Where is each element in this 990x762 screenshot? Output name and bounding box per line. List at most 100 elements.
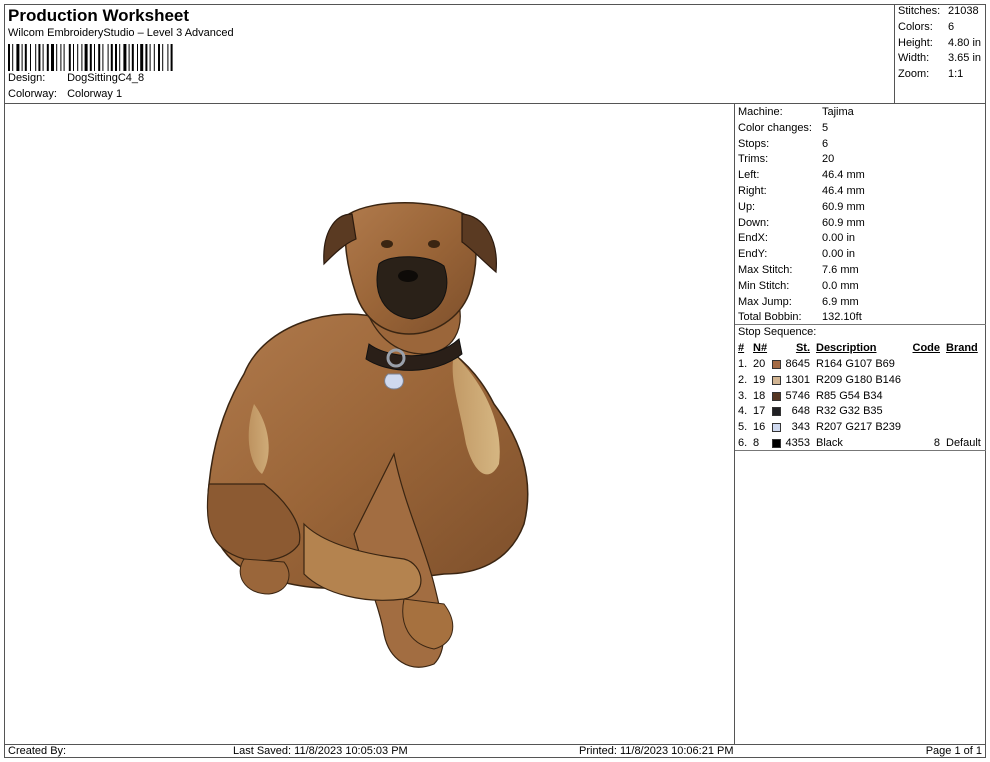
stop-sequence-header-brand: Brand	[946, 342, 978, 354]
summary-label: Height:	[898, 37, 933, 49]
summary-value: 21038	[948, 5, 979, 17]
page-number: Page 1 of 1	[925, 745, 982, 757]
machine-info-value: Tajima	[822, 106, 854, 118]
machine-info-value: 0.0 mm	[822, 279, 859, 292]
machine-info-label: Max Stitch:	[738, 264, 793, 276]
summary-value: 6	[948, 21, 955, 33]
stop-index: 2.	[738, 373, 748, 386]
barcode	[8, 44, 173, 71]
worksheet-footer: Created By: Last Saved: 11/8/2023 10:05:…	[4, 744, 986, 758]
design-row: Design: DogSittingC4_8	[8, 72, 144, 84]
stop-index: 6.	[738, 437, 748, 449]
thread-description: R164 G107 B69	[816, 358, 895, 370]
colorway-value: Colorway 1	[67, 88, 123, 100]
summary-value: 1:1	[948, 68, 964, 80]
machine-info-label: Left:	[738, 169, 760, 182]
design-value: DogSittingC4_8	[67, 72, 145, 84]
machine-info-label: Min Stitch:	[738, 279, 790, 292]
thread-brand: Default	[946, 437, 981, 449]
machine-info-row: Max Jump: 6.9 mm	[738, 296, 859, 308]
colorway-label: Colorway:	[8, 88, 57, 100]
machine-info-label: Max Jump:	[738, 295, 792, 308]
design-preview	[4, 104, 735, 744]
needle-number: 18	[753, 389, 766, 402]
thread-description: Black	[816, 437, 843, 449]
machine-info-label: EndY:	[738, 248, 768, 261]
thread-description: R85 G54 B34	[816, 389, 883, 402]
design-summary: Stitches: 21038 Colors: 6 Height: 4.80 in W…	[895, 4, 986, 104]
machine-info-row: EndY: 0.00 in	[738, 248, 855, 260]
stop-sequence-header-n: N#	[753, 342, 768, 354]
color-swatch	[772, 407, 781, 417]
printed-date: Printed: 11/8/2023 10:06:21 PM	[579, 745, 734, 757]
thread-description: R32 G32 B35	[816, 405, 883, 418]
machine-info-value: 6	[822, 137, 829, 150]
needle-number: 17	[753, 405, 766, 418]
summary-row: Colors: 6	[898, 21, 954, 33]
last-saved: Last Saved: 11/8/2023 10:05:03 PM	[233, 745, 408, 757]
machine-info-label: EndX:	[738, 232, 768, 245]
stop-sequence-header-num: #	[738, 342, 745, 354]
divider	[735, 450, 986, 451]
machine-info-value: 132.10ft	[822, 311, 862, 324]
machine-info-row: Machine: Tajima	[738, 106, 854, 118]
color-swatch	[772, 439, 781, 448]
stop-index: 3.	[738, 389, 748, 402]
machine-info-row: Left: 46.4 mm	[738, 169, 865, 181]
machine-info-value: 46.4 mm	[822, 185, 865, 197]
machine-info-row: Right: 46.4 mm	[738, 185, 865, 197]
machine-info-row: Trims: 20	[738, 153, 834, 165]
machine-info-label: Total Bobbin:	[738, 311, 802, 324]
thread-description: R209 G180 B146	[816, 373, 902, 386]
machine-info-label: Right:	[738, 185, 767, 197]
machine-info-label: Trims:	[738, 153, 769, 166]
stop-sequence-header-desc: Description	[816, 342, 877, 354]
stitch-count: 5746	[785, 389, 810, 402]
machine-info-label: Stops:	[738, 137, 770, 150]
machine-info-value: 60.9 mm	[822, 216, 865, 229]
machine-info-row: Stops: 6	[738, 138, 828, 150]
summary-value: 4.80 in	[948, 37, 982, 49]
machine-info-value: 46.4 mm	[822, 169, 865, 182]
worksheet-header: Production Worksheet Wilcom EmbroiderySt…	[4, 4, 895, 104]
machine-info-row: Up: 60.9 mm	[738, 201, 865, 213]
stitch-count: 1301	[785, 373, 810, 386]
stitch-count: 343	[791, 421, 810, 434]
stop-index: 1.	[738, 358, 748, 370]
machine-info-value: 20	[822, 153, 835, 166]
design-label: Design:	[8, 72, 46, 84]
machine-info-label: Down:	[738, 216, 770, 229]
summary-label: Stitches:	[898, 5, 941, 17]
needle-number: 8	[753, 437, 760, 449]
stop-index: 5.	[738, 421, 748, 434]
color-swatch	[772, 423, 781, 433]
machine-info-value: 5	[822, 121, 829, 134]
colorway-row: Colorway: Colorway 1	[8, 88, 122, 100]
stop-sequence-header-code: Code	[912, 342, 941, 354]
machine-info-row: Min Stitch: 0.0 mm	[738, 280, 859, 292]
machine-info-row: Color changes: 5	[738, 122, 828, 134]
summary-row: Width: 3.65 in	[898, 52, 981, 64]
divider	[735, 324, 986, 325]
machine-info-panel: Machine: Tajima Color changes: 5 Stops: 6 Trim…	[735, 104, 986, 744]
stop-sequence-header-st: St.	[795, 342, 810, 354]
thread-description: R207 G217 B239	[816, 421, 902, 434]
machine-info-value: 0.00 in	[822, 232, 856, 245]
summary-label: Width:	[898, 52, 930, 64]
stitch-count: 8645	[785, 358, 810, 370]
summary-label: Zoom:	[898, 68, 930, 80]
summary-row: Zoom: 1:1	[898, 68, 963, 80]
machine-info-value: 0.00 in	[822, 248, 856, 261]
machine-info-label: Up:	[738, 200, 756, 213]
created-by: Created By:	[8, 745, 67, 757]
summary-value: 3.65 in	[948, 52, 982, 64]
stitch-count: 4353	[785, 437, 810, 449]
stop-sequence-title: Stop Sequence:	[738, 326, 817, 338]
summary-row: Height: 4.80 in	[898, 37, 981, 49]
machine-info-label: Machine:	[738, 106, 783, 118]
machine-info-row: Total Bobbin: 132.10ft	[738, 311, 862, 323]
machine-info-label: Color changes:	[738, 121, 812, 134]
machine-info-value: 6.9 mm	[822, 295, 859, 308]
worksheet-title: Production Worksheet	[8, 6, 190, 25]
machine-info-row: Max Stitch: 7.6 mm	[738, 264, 859, 276]
